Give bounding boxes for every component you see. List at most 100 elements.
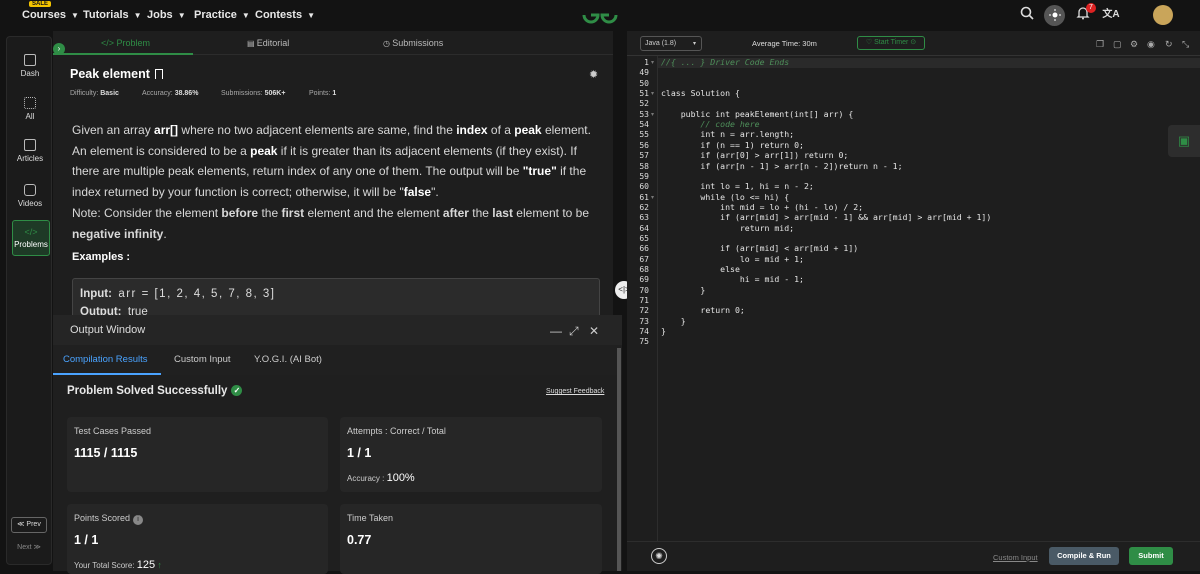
left-sidebar: Dash All Articles Videos </> Problems ≪ … xyxy=(6,36,52,565)
problem-description: Given an array arr[] where no two adjace… xyxy=(72,120,602,202)
sidebar-item-label: Problems xyxy=(14,240,48,249)
tab-submissions[interactable]: ◷ Submissions xyxy=(383,38,443,48)
output-scrollbar[interactable] xyxy=(617,348,621,571)
maximize-icon[interactable]: ⤢ xyxy=(569,324,579,339)
tab-yogi-ai-bot[interactable]: Y.O.G.I. (AI Bot) xyxy=(254,354,322,365)
gfg-logo[interactable] xyxy=(580,4,620,26)
sidebar-item-videos[interactable]: Videos xyxy=(7,184,53,208)
start-timer-label: Start Timer xyxy=(874,39,909,46)
tab-submissions-label: Submissions xyxy=(392,38,444,48)
theme-toggle-icon[interactable] xyxy=(1044,5,1065,26)
history-icon[interactable]: ◉ xyxy=(1147,39,1155,50)
time-taken-label: Time Taken xyxy=(347,513,394,523)
line-number: 69 xyxy=(639,275,649,285)
code-line: } xyxy=(661,315,686,326)
start-timer-button[interactable]: ♡ Start Timer ⊙ xyxy=(857,36,925,50)
close-icon[interactable]: ✕ xyxy=(589,324,599,338)
attempts-card: Attempts : Correct / Total 1 / 1 Accurac… xyxy=(340,417,602,492)
search-icon[interactable] xyxy=(1018,6,1036,24)
chevron-down-icon: ▼ xyxy=(71,10,79,20)
note-text: the xyxy=(468,206,493,220)
line-number: 72 xyxy=(639,306,649,316)
clock-icon: ◷ xyxy=(383,39,393,48)
submit-button[interactable]: Submit xyxy=(1129,547,1173,565)
submissions-label: Submissions: xyxy=(221,90,263,97)
fullscreen-icon[interactable]: ⤡ xyxy=(1182,39,1189,50)
sidebar-item-articles[interactable]: Articles xyxy=(7,139,53,163)
bug-report-icon[interactable]: ✹ xyxy=(589,68,598,81)
next-button[interactable]: Next ≫ xyxy=(11,543,47,551)
settings-icon[interactable]: ⚙ xyxy=(1130,39,1138,50)
active-tab-indicator xyxy=(53,373,161,375)
book-icon xyxy=(24,139,36,151)
line-number: 57 xyxy=(639,151,649,161)
accuracy-row: Accuracy : 100% xyxy=(347,472,415,484)
desc-bold: arr[] xyxy=(154,123,179,137)
play-icon: ⊙ xyxy=(910,39,917,46)
nav-practice-label: Practice xyxy=(194,9,237,21)
sidebar-item-all[interactable]: All xyxy=(7,97,53,121)
lightbulb-icon[interactable]: ✺ xyxy=(651,548,667,564)
note-bold: negative infinity xyxy=(72,226,164,241)
example-input-value: arr = [1, 2, 4, 5, 7, 8, 3] xyxy=(118,288,276,300)
tab-custom-input[interactable]: Custom Input xyxy=(174,354,231,365)
nav-jobs[interactable]: Jobs ▼ xyxy=(147,9,186,21)
status-text: Problem Solved Successfully xyxy=(67,385,228,397)
tab-editorial[interactable]: ▤ Editorial xyxy=(247,38,289,48)
chevron-down-icon: ▼ xyxy=(177,10,186,20)
code-line: while (lo <= hi) { xyxy=(661,191,790,202)
points-value: 1 xyxy=(332,90,337,97)
custom-input-link[interactable]: Custom Input xyxy=(993,553,1038,562)
code-line: int n = arr.length; xyxy=(661,129,795,140)
dashboard-icon xyxy=(24,54,36,66)
examples-heading: Examples : xyxy=(72,251,131,263)
fold-toggle-icon[interactable]: ▾ xyxy=(651,194,654,201)
note-bold: first xyxy=(281,206,305,220)
tab-compilation-results[interactable]: Compilation Results xyxy=(63,354,147,365)
desc-bold: false xyxy=(403,184,432,199)
sidebar-item-dash[interactable]: Dash xyxy=(7,54,53,78)
code-line: // code here xyxy=(661,119,760,130)
prev-button[interactable]: ≪ Prev xyxy=(11,517,47,533)
paste-icon[interactable]: ▢ xyxy=(1113,39,1122,50)
example-input: Input: arr = [1, 2, 4, 5, 7, 8, 3] xyxy=(80,288,276,300)
info-icon[interactable]: i xyxy=(133,515,144,525)
problem-tabs: › </> Problem ▤ Editorial ◷ Submissions xyxy=(53,31,613,55)
code-line: } xyxy=(661,284,706,295)
code-line: int mid = lo + (hi - lo) / 2; xyxy=(661,201,864,212)
test-cases-label: Test Cases Passed xyxy=(74,426,152,436)
fold-toggle-icon[interactable]: ▾ xyxy=(651,90,654,97)
nav-jobs-label: Jobs xyxy=(147,9,173,21)
reset-icon[interactable]: ↻ xyxy=(1165,39,1173,50)
compile-run-button[interactable]: Compile & Run xyxy=(1049,547,1119,565)
bookmark-icon[interactable] xyxy=(155,69,164,79)
shield-icon: ♡ xyxy=(865,39,875,46)
note-text: . xyxy=(163,226,167,241)
tab-problem[interactable]: </> Problem xyxy=(101,38,150,48)
fold-toggle-icon[interactable]: ▾ xyxy=(651,111,654,118)
language-select[interactable]: Java (1.8) ▾ xyxy=(640,36,702,51)
nav-practice[interactable]: Practice ▼ xyxy=(194,9,250,21)
nav-courses-label: Courses xyxy=(22,9,67,21)
fold-toggle-icon[interactable]: ▾ xyxy=(651,59,654,66)
translate-icon[interactable]: 文A xyxy=(1102,6,1120,24)
copy-icon[interactable]: ❐ xyxy=(1096,39,1104,50)
chevron-down-icon: ▼ xyxy=(241,10,250,20)
avatar[interactable] xyxy=(1153,5,1173,25)
chat-icon[interactable]: ▣ xyxy=(1168,125,1200,157)
line-number: 64 xyxy=(639,223,649,233)
desc-bold: peak xyxy=(514,123,542,137)
nav-contests[interactable]: Contests ▼ xyxy=(255,9,315,21)
sidebar-item-label: All xyxy=(25,112,35,121)
code-input-area[interactable]: //{ ... } Driver Code Ends class Solution… xyxy=(657,56,1200,546)
nav-tutorials[interactable]: Tutorials ▼ xyxy=(83,9,142,21)
minimize-icon[interactable]: — xyxy=(550,324,562,338)
sidebar-item-problems[interactable]: </> Problems xyxy=(12,220,50,256)
output-window-header: Output Window — ⤢ ✕ xyxy=(53,315,622,345)
page-title: Peak element xyxy=(70,67,164,81)
desc-bold: peak xyxy=(250,143,278,158)
line-number: 52 xyxy=(639,99,649,109)
suggest-feedback-link[interactable]: Suggest Feedback xyxy=(546,388,604,395)
nav-courses[interactable]: SALE Courses ▼ xyxy=(22,1,79,21)
line-number: 67 xyxy=(639,254,649,264)
